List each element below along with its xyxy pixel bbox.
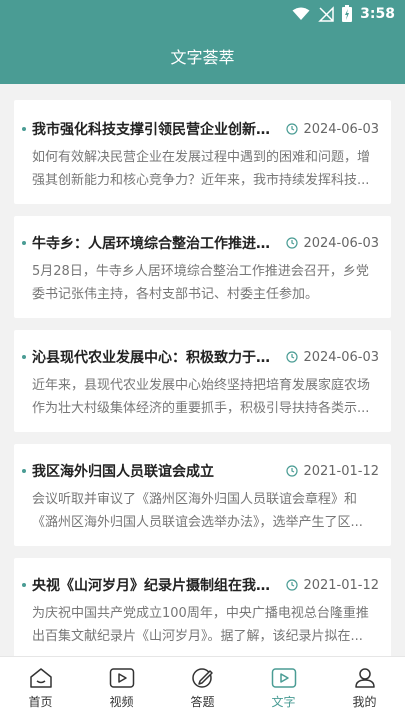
article-title[interactable]: 我区海外归国人员联谊会成立	[32, 461, 286, 481]
article-summary: 为庆祝中国共产党成立100周年，中央广播电视总台隆重推出百集文献纪录片《山河岁月…	[32, 606, 369, 644]
article-date: 2021-01-12	[286, 578, 379, 593]
no-signal-icon	[318, 5, 334, 22]
bullet-dot	[22, 469, 26, 473]
article-card[interactable]: 我市强化科技支撑引领民营企业创新发... 2024-06-03 如何有效解决民营…	[14, 100, 391, 204]
user-icon	[354, 668, 375, 688]
app-header: 3:58 文字荟萃	[0, 0, 405, 84]
tab-video[interactable]: 视频	[81, 657, 162, 720]
page-title: 文字荟萃	[170, 48, 235, 67]
edit-icon	[191, 668, 213, 688]
tab-label: 视频	[109, 695, 134, 709]
article-date: 2021-01-12	[286, 464, 379, 479]
tab-text[interactable]: 文字	[243, 657, 324, 720]
date-text: 2021-01-12	[303, 577, 379, 593]
clock-icon	[286, 123, 299, 135]
bullet-dot	[22, 127, 26, 131]
date-text: 2024-06-03	[303, 349, 379, 365]
article-summary: 5月28日，牛寺乡人居环境综合整治工作推进会召开，乡党委书记张伟主持，各村支部书…	[32, 264, 369, 302]
bullet-dot	[22, 241, 26, 245]
home-icon	[29, 668, 52, 688]
article-title[interactable]: 我市强化科技支撑引领民营企业创新发...	[32, 119, 286, 139]
article-summary: 会议听取并审议了《潞州区海外归国人员联谊会章程》和《潞州区海外归国人员联谊会选举…	[32, 492, 363, 530]
article-date: 2024-06-03	[286, 122, 379, 137]
article-title[interactable]: 沁县现代农业发展中心：积极致力于示...	[32, 347, 286, 367]
article-card[interactable]: 沁县现代农业发展中心：积极致力于示... 2024-06-03 近年来，县现代农…	[14, 330, 391, 432]
date-text: 2024-06-03	[303, 121, 379, 137]
tab-label: 首页	[28, 695, 53, 709]
bottom-tab-bar: 首页 视频 答题 文字 我的	[0, 656, 405, 720]
clock-icon	[286, 465, 299, 477]
battery-charging-icon	[342, 5, 353, 22]
clock-icon	[286, 579, 299, 591]
article-title[interactable]: 央视《山河岁月》纪录片摄制组在我区...	[32, 575, 286, 595]
article-list[interactable]: 我市强化科技支撑引领民营企业创新发... 2024-06-03 如何有效解决民营…	[0, 84, 405, 656]
bullet-dot	[22, 355, 26, 359]
date-text: 2021-01-12	[303, 463, 379, 479]
bullet-dot	[22, 583, 26, 587]
clock-icon	[286, 351, 299, 363]
status-bar: 3:58	[0, 0, 405, 30]
article-summary: 如何有效解决民营企业在发展过程中遇到的困难和问题，增强其创新能力和核心竞争力？近…	[32, 150, 371, 188]
article-date: 2024-06-03	[286, 236, 379, 251]
article-title[interactable]: 牛寺乡：人居环境综合整治工作推进会...	[32, 233, 286, 253]
tab-label: 答题	[190, 695, 215, 709]
status-time: 3:58	[360, 5, 395, 22]
article-card[interactable]: 牛寺乡：人居环境综合整治工作推进会... 2024-06-03 5月28日，牛寺…	[14, 216, 391, 318]
tab-label: 我的	[352, 695, 377, 709]
video-icon	[109, 668, 134, 688]
article-date: 2024-06-03	[286, 350, 379, 365]
tab-label: 文字	[271, 695, 296, 709]
wifi-icon	[292, 7, 310, 20]
text-icon	[271, 668, 296, 688]
article-card[interactable]: 央视《山河岁月》纪录片摄制组在我区... 2021-01-12 为庆祝中国共产党…	[14, 558, 391, 656]
date-text: 2024-06-03	[303, 235, 379, 251]
clock-icon	[286, 237, 299, 249]
tab-mine[interactable]: 我的	[324, 657, 405, 720]
tab-quiz[interactable]: 答题	[162, 657, 243, 720]
article-summary: 近年来，县现代农业发展中心始终坚持把培育发展家庭农场作为壮大村级集体经济的重要抓…	[32, 378, 371, 416]
article-card[interactable]: 我区海外归国人员联谊会成立 2021-01-12 会议听取并审议了《潞州区海外归…	[14, 444, 391, 546]
tab-home[interactable]: 首页	[0, 657, 81, 720]
